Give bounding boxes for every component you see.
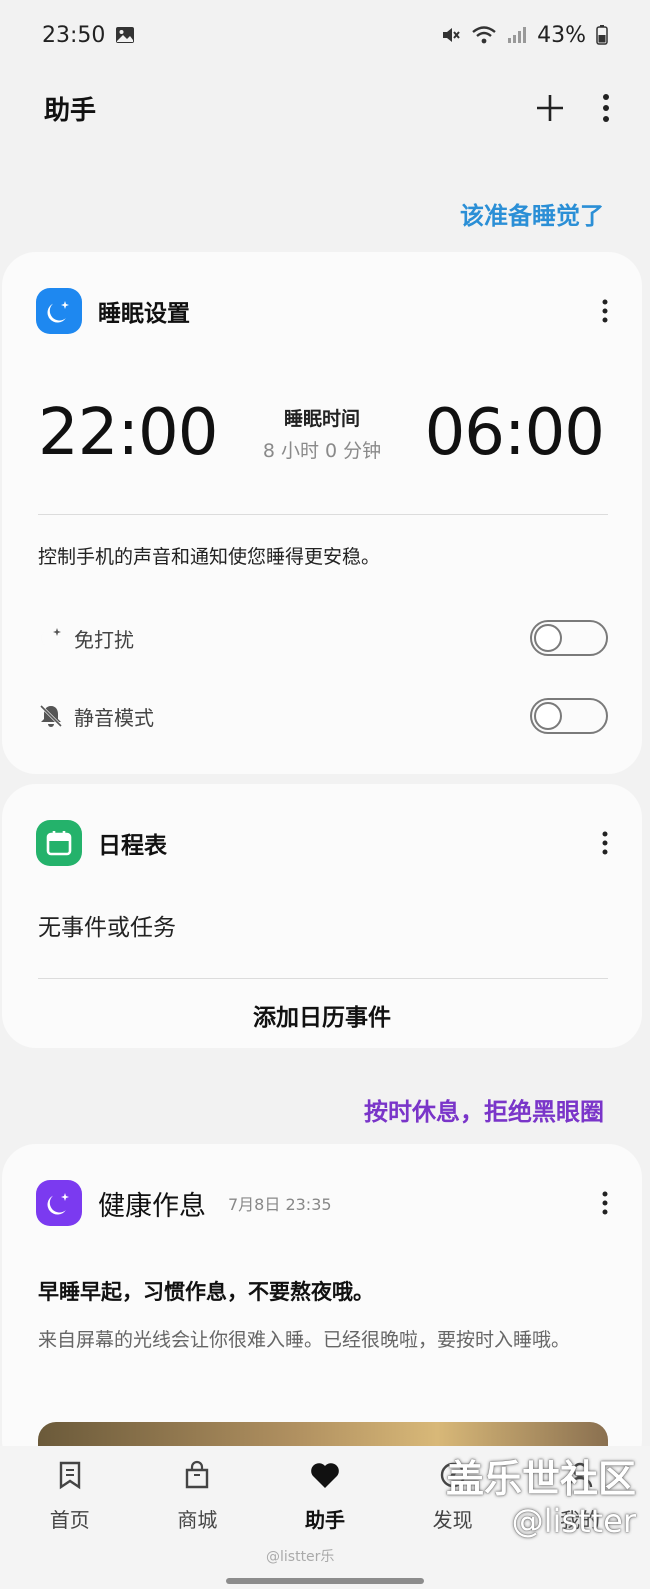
shopping-bag-icon — [182, 1460, 212, 1494]
health-timestamp: 7月8日 23:35 — [228, 1195, 332, 1214]
bell-off-icon — [38, 703, 64, 729]
mute-mode-toggle[interactable] — [530, 698, 608, 734]
sleep-card-more-icon[interactable] — [602, 299, 608, 323]
mute-mode-label: 静音模式 — [74, 705, 154, 730]
calendar-card-divider — [38, 978, 608, 979]
calendar-card-more-icon[interactable] — [602, 831, 608, 855]
watermark-bottom: @listter乐 — [266, 1549, 335, 1565]
mute-icon — [441, 25, 461, 45]
app-bar: 助手 — [0, 78, 650, 138]
sleep-hint-link[interactable]: 该准备睡觉了 — [460, 196, 604, 231]
battery-percent: 43% — [537, 22, 586, 48]
bookmark-icon — [55, 1460, 85, 1494]
nav-shop-label: 商城 — [177, 1508, 218, 1532]
sleep-card-divider — [38, 514, 608, 515]
nav-assistant[interactable]: 助手 — [270, 1446, 380, 1589]
nav-home[interactable]: 首页 — [15, 1446, 125, 1589]
add-calendar-event-button[interactable]: 添加日历事件 — [2, 998, 642, 1032]
home-indicator[interactable] — [226, 1578, 424, 1584]
health-routine-card: 健康作息 7月8日 23:35 早睡早起，习惯作息，不要熬夜哦。 来自屏幕的光线… — [2, 1144, 642, 1474]
health-card-more-icon[interactable] — [602, 1191, 608, 1215]
nav-shop[interactable]: 商城 — [142, 1446, 252, 1589]
battery-icon — [596, 25, 608, 45]
health-card-title: 健康作息 — [98, 1190, 206, 1222]
sleep-app-icon — [36, 288, 82, 334]
watermark-community: 盖乐世社区 — [445, 1457, 636, 1501]
health-app-icon — [36, 1180, 82, 1226]
calendar-empty-text: 无事件或任务 — [38, 915, 176, 941]
calendar-card-header[interactable]: 日程表 — [36, 820, 608, 866]
add-icon[interactable] — [534, 92, 566, 124]
health-hint-link[interactable]: 按时休息，拒绝黑眼圈 — [364, 1092, 604, 1127]
moon-icon — [38, 625, 64, 651]
calendar-app-icon — [36, 820, 82, 866]
nav-assistant-label: 助手 — [304, 1508, 345, 1532]
more-vertical-icon[interactable] — [602, 93, 610, 123]
dnd-toggle[interactable] — [530, 620, 608, 656]
status-bar: 23:50 43% — [0, 0, 650, 70]
calendar-card-title: 日程表 — [98, 833, 167, 859]
mute-option-row: 静音模式 — [38, 696, 608, 736]
image-icon — [115, 26, 135, 44]
heart-icon — [309, 1460, 341, 1494]
nav-home-label: 首页 — [49, 1508, 90, 1532]
page-title: 助手 — [44, 95, 97, 126]
watermark-handle: @listter — [511, 1502, 636, 1540]
sleep-card-header[interactable]: 睡眠设置 — [36, 288, 608, 334]
health-body: 来自屏幕的光线会让你很难入睡。已经很晚啦，要按时入睡哦。 — [38, 1329, 571, 1351]
sleep-time-label: 睡眠时间 — [283, 408, 360, 430]
dnd-option-row: 免打扰 — [38, 618, 608, 658]
sleep-description: 控制手机的声音和通知使您睡得更安稳。 — [38, 546, 381, 568]
signal-icon — [507, 26, 527, 44]
nav-discover-label: 发现 — [432, 1508, 473, 1532]
wifi-icon — [471, 25, 497, 45]
status-time: 23:50 — [42, 22, 106, 48]
sleep-card-title: 睡眠设置 — [98, 301, 190, 327]
calendar-card: 日程表 无事件或任务 添加日历事件 — [2, 784, 642, 1048]
dnd-label: 免打扰 — [74, 627, 134, 652]
sleep-settings-card: 睡眠设置 22:00 06:00 睡眠时间 8 小时 0 分钟 控制手机的声音和… — [2, 252, 642, 774]
dnd-toggle-knob — [534, 624, 562, 652]
sleep-duration: 8 小时 0 分钟 — [262, 440, 382, 462]
health-headline: 早睡早起，习惯作息，不要熬夜哦。 — [38, 1280, 374, 1304]
health-card-header[interactable]: 健康作息 7月8日 23:35 — [36, 1180, 608, 1226]
mute-toggle-knob — [534, 702, 562, 730]
